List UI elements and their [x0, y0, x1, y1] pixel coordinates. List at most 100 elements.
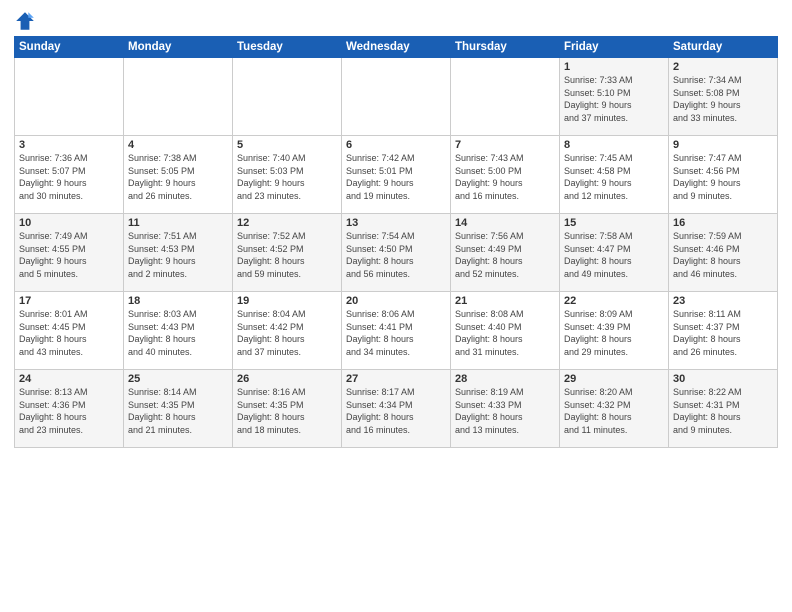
calendar-cell — [124, 58, 233, 136]
calendar-cell: 29Sunrise: 8:20 AM Sunset: 4:32 PM Dayli… — [560, 370, 669, 448]
day-number: 26 — [237, 373, 337, 385]
day-number: 3 — [19, 139, 119, 151]
day-number: 11 — [128, 217, 228, 229]
calendar-cell: 7Sunrise: 7:43 AM Sunset: 5:00 PM Daylig… — [451, 136, 560, 214]
calendar-cell: 8Sunrise: 7:45 AM Sunset: 4:58 PM Daylig… — [560, 136, 669, 214]
day-number: 6 — [346, 139, 446, 151]
day-number: 25 — [128, 373, 228, 385]
calendar-cell: 24Sunrise: 8:13 AM Sunset: 4:36 PM Dayli… — [15, 370, 124, 448]
weekday-header-sunday: Sunday — [15, 37, 124, 58]
day-info: Sunrise: 8:09 AM Sunset: 4:39 PM Dayligh… — [564, 308, 664, 358]
day-info: Sunrise: 7:34 AM Sunset: 5:08 PM Dayligh… — [673, 74, 773, 124]
week-row-2: 3Sunrise: 7:36 AM Sunset: 5:07 PM Daylig… — [15, 136, 778, 214]
day-info: Sunrise: 7:42 AM Sunset: 5:01 PM Dayligh… — [346, 152, 446, 202]
calendar-cell: 3Sunrise: 7:36 AM Sunset: 5:07 PM Daylig… — [15, 136, 124, 214]
week-row-1: 1Sunrise: 7:33 AM Sunset: 5:10 PM Daylig… — [15, 58, 778, 136]
week-row-3: 10Sunrise: 7:49 AM Sunset: 4:55 PM Dayli… — [15, 214, 778, 292]
day-info: Sunrise: 7:38 AM Sunset: 5:05 PM Dayligh… — [128, 152, 228, 202]
calendar-cell: 21Sunrise: 8:08 AM Sunset: 4:40 PM Dayli… — [451, 292, 560, 370]
weekday-header-thursday: Thursday — [451, 37, 560, 58]
weekday-header-friday: Friday — [560, 37, 669, 58]
weekday-header-wednesday: Wednesday — [342, 37, 451, 58]
calendar-cell: 23Sunrise: 8:11 AM Sunset: 4:37 PM Dayli… — [669, 292, 778, 370]
day-info: Sunrise: 8:16 AM Sunset: 4:35 PM Dayligh… — [237, 386, 337, 436]
weekday-header-saturday: Saturday — [669, 37, 778, 58]
calendar-cell: 17Sunrise: 8:01 AM Sunset: 4:45 PM Dayli… — [15, 292, 124, 370]
logo — [14, 10, 38, 32]
weekday-header-monday: Monday — [124, 37, 233, 58]
day-info: Sunrise: 7:56 AM Sunset: 4:49 PM Dayligh… — [455, 230, 555, 280]
logo-icon — [14, 10, 36, 32]
day-info: Sunrise: 8:06 AM Sunset: 4:41 PM Dayligh… — [346, 308, 446, 358]
day-number: 28 — [455, 373, 555, 385]
day-number: 12 — [237, 217, 337, 229]
calendar-cell: 19Sunrise: 8:04 AM Sunset: 4:42 PM Dayli… — [233, 292, 342, 370]
calendar-cell: 27Sunrise: 8:17 AM Sunset: 4:34 PM Dayli… — [342, 370, 451, 448]
day-info: Sunrise: 8:20 AM Sunset: 4:32 PM Dayligh… — [564, 386, 664, 436]
day-number: 22 — [564, 295, 664, 307]
day-info: Sunrise: 7:40 AM Sunset: 5:03 PM Dayligh… — [237, 152, 337, 202]
day-info: Sunrise: 8:14 AM Sunset: 4:35 PM Dayligh… — [128, 386, 228, 436]
calendar-table: SundayMondayTuesdayWednesdayThursdayFrid… — [14, 36, 778, 448]
day-info: Sunrise: 8:11 AM Sunset: 4:37 PM Dayligh… — [673, 308, 773, 358]
day-number: 23 — [673, 295, 773, 307]
calendar-cell: 26Sunrise: 8:16 AM Sunset: 4:35 PM Dayli… — [233, 370, 342, 448]
day-number: 16 — [673, 217, 773, 229]
calendar-cell: 22Sunrise: 8:09 AM Sunset: 4:39 PM Dayli… — [560, 292, 669, 370]
day-number: 17 — [19, 295, 119, 307]
day-number: 8 — [564, 139, 664, 151]
day-info: Sunrise: 7:58 AM Sunset: 4:47 PM Dayligh… — [564, 230, 664, 280]
day-info: Sunrise: 7:47 AM Sunset: 4:56 PM Dayligh… — [673, 152, 773, 202]
day-info: Sunrise: 7:33 AM Sunset: 5:10 PM Dayligh… — [564, 74, 664, 124]
calendar-cell: 9Sunrise: 7:47 AM Sunset: 4:56 PM Daylig… — [669, 136, 778, 214]
calendar-cell: 28Sunrise: 8:19 AM Sunset: 4:33 PM Dayli… — [451, 370, 560, 448]
day-info: Sunrise: 8:19 AM Sunset: 4:33 PM Dayligh… — [455, 386, 555, 436]
calendar-cell: 30Sunrise: 8:22 AM Sunset: 4:31 PM Dayli… — [669, 370, 778, 448]
calendar-body: 1Sunrise: 7:33 AM Sunset: 5:10 PM Daylig… — [15, 58, 778, 448]
calendar-cell: 5Sunrise: 7:40 AM Sunset: 5:03 PM Daylig… — [233, 136, 342, 214]
day-number: 21 — [455, 295, 555, 307]
day-number: 20 — [346, 295, 446, 307]
header — [14, 10, 778, 32]
calendar-cell: 25Sunrise: 8:14 AM Sunset: 4:35 PM Dayli… — [124, 370, 233, 448]
day-info: Sunrise: 8:03 AM Sunset: 4:43 PM Dayligh… — [128, 308, 228, 358]
day-number: 9 — [673, 139, 773, 151]
day-number: 4 — [128, 139, 228, 151]
day-info: Sunrise: 8:01 AM Sunset: 4:45 PM Dayligh… — [19, 308, 119, 358]
day-number: 29 — [564, 373, 664, 385]
calendar-cell — [233, 58, 342, 136]
calendar-cell: 4Sunrise: 7:38 AM Sunset: 5:05 PM Daylig… — [124, 136, 233, 214]
calendar-cell: 20Sunrise: 8:06 AM Sunset: 4:41 PM Dayli… — [342, 292, 451, 370]
day-info: Sunrise: 7:49 AM Sunset: 4:55 PM Dayligh… — [19, 230, 119, 280]
day-number: 15 — [564, 217, 664, 229]
day-info: Sunrise: 8:13 AM Sunset: 4:36 PM Dayligh… — [19, 386, 119, 436]
day-number: 18 — [128, 295, 228, 307]
day-info: Sunrise: 8:04 AM Sunset: 4:42 PM Dayligh… — [237, 308, 337, 358]
day-info: Sunrise: 7:45 AM Sunset: 4:58 PM Dayligh… — [564, 152, 664, 202]
day-info: Sunrise: 8:22 AM Sunset: 4:31 PM Dayligh… — [673, 386, 773, 436]
day-info: Sunrise: 7:54 AM Sunset: 4:50 PM Dayligh… — [346, 230, 446, 280]
day-number: 30 — [673, 373, 773, 385]
day-info: Sunrise: 8:17 AM Sunset: 4:34 PM Dayligh… — [346, 386, 446, 436]
day-number: 2 — [673, 61, 773, 73]
week-row-4: 17Sunrise: 8:01 AM Sunset: 4:45 PM Dayli… — [15, 292, 778, 370]
day-number: 19 — [237, 295, 337, 307]
calendar-cell — [451, 58, 560, 136]
day-info: Sunrise: 7:43 AM Sunset: 5:00 PM Dayligh… — [455, 152, 555, 202]
calendar-header: SundayMondayTuesdayWednesdayThursdayFrid… — [15, 37, 778, 58]
day-info: Sunrise: 7:52 AM Sunset: 4:52 PM Dayligh… — [237, 230, 337, 280]
day-info: Sunrise: 7:51 AM Sunset: 4:53 PM Dayligh… — [128, 230, 228, 280]
day-number: 24 — [19, 373, 119, 385]
calendar-cell: 10Sunrise: 7:49 AM Sunset: 4:55 PM Dayli… — [15, 214, 124, 292]
calendar-cell — [342, 58, 451, 136]
week-row-5: 24Sunrise: 8:13 AM Sunset: 4:36 PM Dayli… — [15, 370, 778, 448]
calendar-cell: 16Sunrise: 7:59 AM Sunset: 4:46 PM Dayli… — [669, 214, 778, 292]
day-number: 1 — [564, 61, 664, 73]
calendar-cell: 14Sunrise: 7:56 AM Sunset: 4:49 PM Dayli… — [451, 214, 560, 292]
calendar-cell: 2Sunrise: 7:34 AM Sunset: 5:08 PM Daylig… — [669, 58, 778, 136]
day-info: Sunrise: 7:36 AM Sunset: 5:07 PM Dayligh… — [19, 152, 119, 202]
calendar-cell: 6Sunrise: 7:42 AM Sunset: 5:01 PM Daylig… — [342, 136, 451, 214]
calendar-cell: 13Sunrise: 7:54 AM Sunset: 4:50 PM Dayli… — [342, 214, 451, 292]
day-number: 27 — [346, 373, 446, 385]
calendar-cell: 15Sunrise: 7:58 AM Sunset: 4:47 PM Dayli… — [560, 214, 669, 292]
